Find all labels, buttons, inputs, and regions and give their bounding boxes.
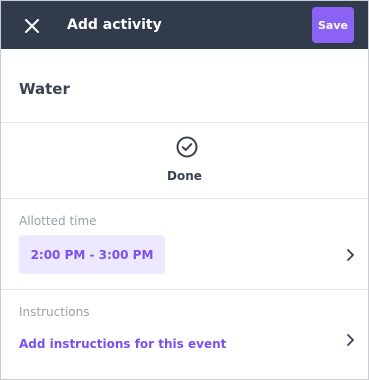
close-icon bbox=[25, 19, 39, 33]
check-circle-icon[interactable] bbox=[175, 135, 199, 159]
time-range-chip[interactable]: 2:00 PM - 3:00 PM bbox=[19, 235, 165, 274]
chevron-right-icon[interactable] bbox=[344, 248, 356, 262]
done-label: Done bbox=[167, 169, 202, 183]
activity-name-section: Water bbox=[1, 49, 368, 123]
done-section[interactable]: Done bbox=[1, 123, 368, 199]
page-title: Add activity bbox=[67, 17, 162, 33]
save-button[interactable]: Save bbox=[312, 7, 354, 43]
instructions-section[interactable]: Instructions Add instructions for this e… bbox=[1, 290, 368, 379]
allotted-time-label: Allotted time bbox=[19, 214, 97, 228]
add-activity-panel: Add activity Save Water Done Allotted ti… bbox=[0, 0, 369, 380]
activity-name[interactable]: Water bbox=[19, 79, 70, 99]
header-bar: Add activity Save bbox=[1, 1, 368, 49]
chevron-right-icon[interactable] bbox=[344, 333, 356, 347]
close-button[interactable] bbox=[19, 13, 45, 39]
instructions-label: Instructions bbox=[19, 305, 90, 319]
allotted-time-section[interactable]: Allotted time 2:00 PM - 3:00 PM bbox=[1, 199, 368, 290]
add-instructions-link[interactable]: Add instructions for this event bbox=[19, 335, 226, 353]
